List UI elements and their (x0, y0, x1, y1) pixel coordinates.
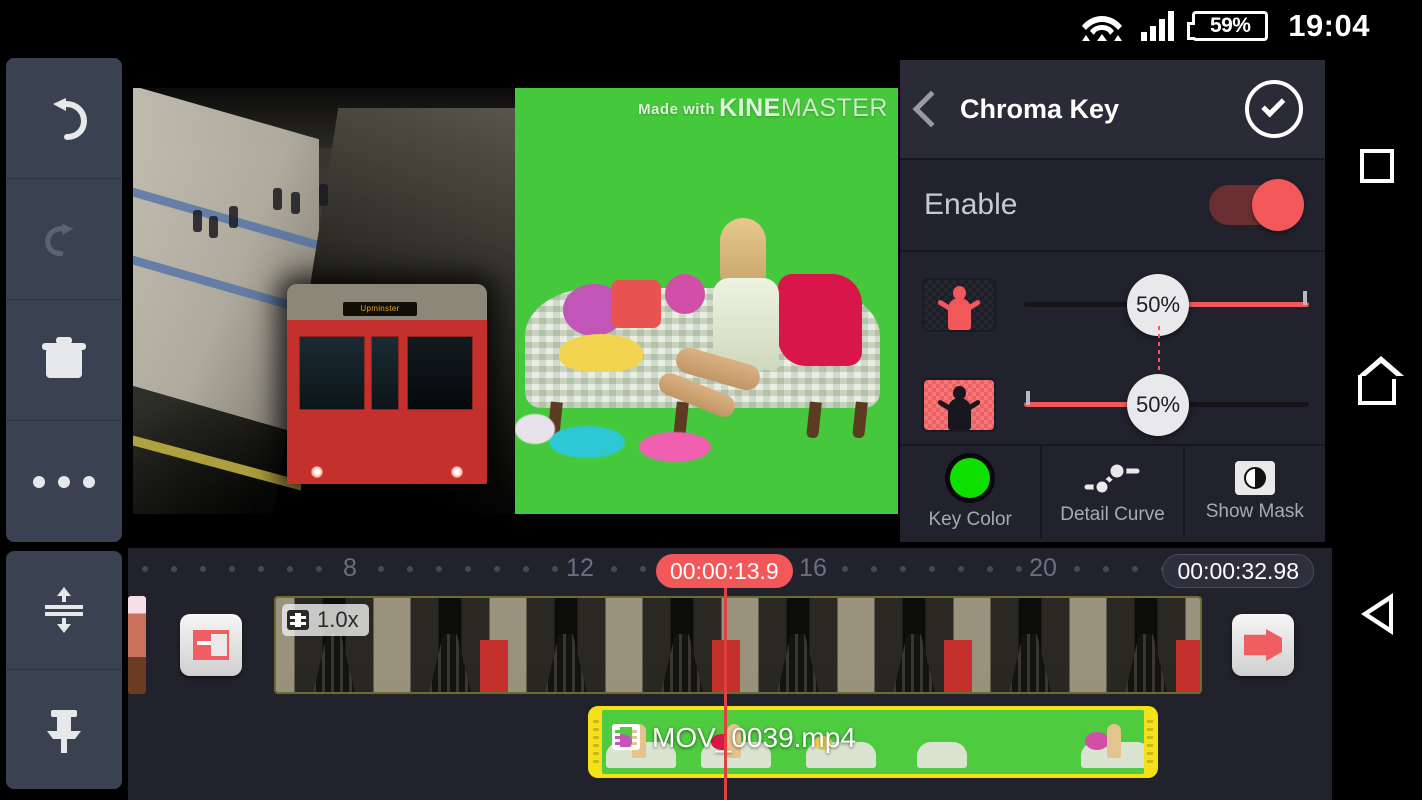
battery-percent-label: 59% (1209, 14, 1251, 37)
film-strip-icon (612, 724, 640, 750)
key-color-label: Key Color (928, 509, 1012, 530)
expand-rows-icon (45, 587, 83, 633)
recents-square-icon (1360, 149, 1394, 183)
status-icons: 59% (1081, 10, 1269, 42)
ruler-label: 16 (799, 554, 827, 582)
slider-tick (1303, 291, 1307, 305)
status-clock: 19:04 (1288, 8, 1370, 43)
key-color-tab[interactable]: Key Color (900, 446, 1043, 538)
watermark-brand-light: MASTER (780, 94, 888, 122)
enable-row: Enable (900, 160, 1325, 252)
android-nav-bar (1332, 52, 1422, 800)
edit-tools-group (6, 58, 122, 542)
ruler-label: 12 (566, 554, 594, 582)
overlay-clip-name: MOV_0039.mp4 (652, 722, 856, 753)
show-mask-label: Show Mask (1205, 501, 1304, 522)
panel-header: Chroma Key (900, 60, 1325, 160)
playhead[interactable] (724, 588, 727, 800)
ruler-label: 20 (1029, 554, 1057, 582)
foreground-figure-icon (922, 278, 996, 332)
timeline-ruler[interactable]: 8 12 16 20 00:00:13.9 00:00:32.98 (128, 548, 1332, 594)
color-swatch-icon (945, 453, 996, 503)
cell-signal-icon (1141, 11, 1175, 41)
contrast-icon (1234, 461, 1275, 495)
kinemaster-watermark: Made with KINEMASTER (638, 94, 888, 123)
toggle-knob (1252, 179, 1304, 231)
key-falloff-slider[interactable]: 50% (900, 372, 1325, 442)
back-button[interactable] (1332, 574, 1422, 654)
home-icon (1358, 356, 1404, 405)
film-strip-icon (287, 610, 309, 630)
expand-tracks-button[interactable] (6, 551, 122, 670)
delete-button[interactable] (6, 300, 122, 421)
preview-background-video: Upminster (133, 88, 515, 514)
clip-speed-badge: 1.0x (282, 604, 369, 636)
confirm-button[interactable] (1245, 80, 1303, 138)
wifi-icon (1082, 16, 1123, 41)
redo-button[interactable] (6, 179, 122, 300)
curve-nodes-icon (1084, 461, 1140, 496)
background-figure-icon (922, 378, 996, 432)
preview-overlay-video: Made with KINEMASTER (515, 88, 898, 514)
video-preview[interactable]: Upminster Made with KINEMASTER (133, 60, 898, 542)
back-triangle-icon (1361, 593, 1393, 635)
transition-right-button[interactable] (1232, 614, 1294, 676)
enable-label: Enable (924, 188, 1018, 221)
show-mask-tab[interactable]: Show Mask (1185, 446, 1325, 538)
undo-icon (53, 98, 88, 140)
checkmark-icon (1261, 93, 1286, 118)
page-title: Chroma Key (960, 93, 1120, 124)
transition-left-button[interactable] (180, 614, 242, 676)
main-video-track[interactable]: 1.0x (274, 596, 1202, 694)
total-time-badge: 00:00:32.98 (1162, 554, 1314, 588)
key-threshold-slider[interactable]: 50% (900, 272, 1325, 342)
ellipsis-icon (33, 475, 95, 488)
home-button[interactable] (1332, 350, 1422, 430)
panel-tabs: Key Color Detail Curve Show Mask (900, 446, 1325, 538)
view-tools-group (6, 551, 122, 789)
current-time-badge: 00:00:13.9 (656, 554, 793, 588)
battery-icon: 59% (1187, 11, 1269, 41)
slider-tick (1026, 391, 1030, 405)
previous-clip-edge[interactable] (128, 596, 146, 694)
chroma-key-panel: Chroma Key Enable 50% 50% Key Color Deta… (900, 60, 1325, 542)
kinemaster-editor-screen: 59% 19:04 Upminster Made with KINEMASTER… (0, 0, 1422, 800)
slider-link-line (1158, 326, 1160, 372)
timeline[interactable]: 8 12 16 20 00:00:13.9 00:00:32.98 1.0x M… (128, 548, 1332, 800)
enable-toggle[interactable] (1209, 179, 1304, 231)
more-options-button[interactable] (6, 421, 122, 542)
detail-curve-label: Detail Curve (1060, 504, 1165, 525)
ruler-label: 8 (343, 554, 357, 582)
pin-icon (47, 709, 81, 753)
pin-button[interactable] (6, 670, 122, 789)
redo-icon (45, 223, 74, 257)
slider-value-knob[interactable]: 50% (1127, 374, 1189, 436)
train-object: Upminster (287, 284, 487, 484)
trash-icon (42, 337, 86, 378)
chevron-left-icon[interactable] (912, 90, 950, 128)
undo-button[interactable] (6, 58, 122, 179)
watermark-brand-bold: KINE (719, 94, 781, 122)
overlay-video-track[interactable]: MOV_0039.mp4 (588, 706, 1158, 778)
transition-out-icon (1244, 629, 1282, 661)
chroma-sliders: 50% 50% (900, 252, 1325, 446)
clip-speed-label: 1.0x (317, 607, 359, 632)
android-status-bar: 59% 19:04 (0, 0, 1422, 52)
recents-button[interactable] (1332, 126, 1422, 206)
detail-curve-tab[interactable]: Detail Curve (1042, 446, 1185, 538)
watermark-prefix: Made with (638, 100, 716, 118)
transition-in-icon (193, 630, 229, 660)
left-tool-rail (0, 52, 128, 800)
